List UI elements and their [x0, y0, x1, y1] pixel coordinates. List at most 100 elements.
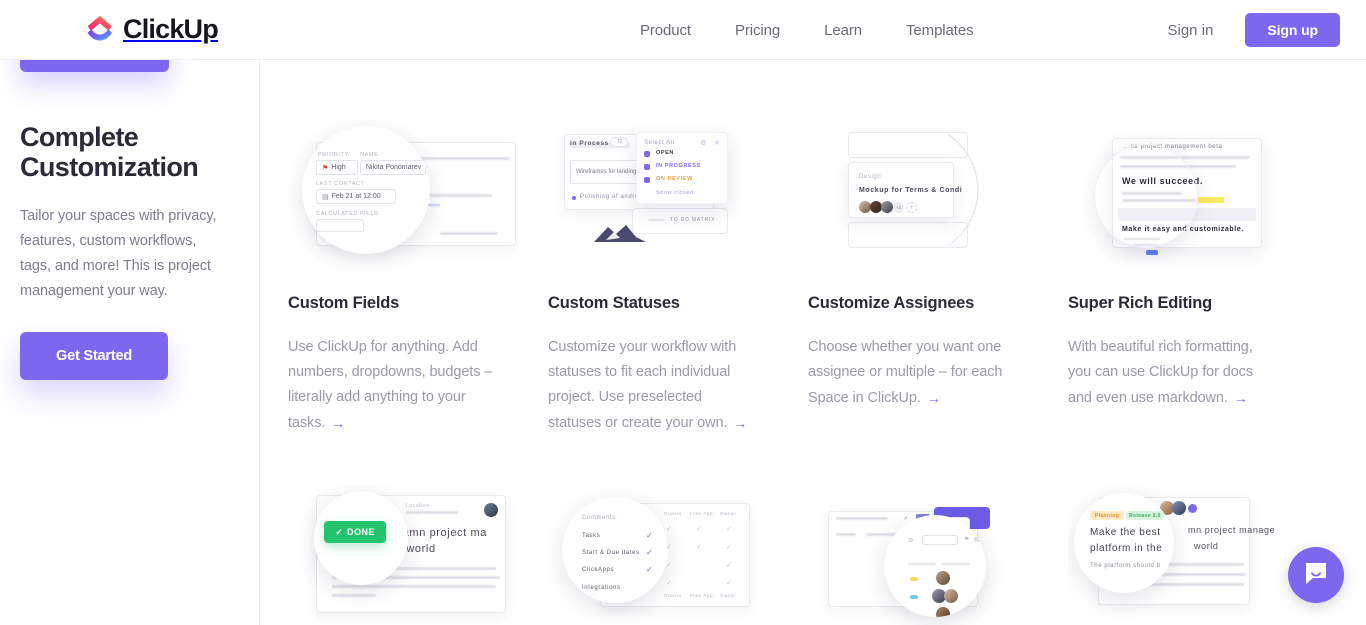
page-title-line2: Customization: [20, 152, 199, 182]
thumb2-sneaker-graphic: [594, 225, 646, 242]
arrow-right-icon[interactable]: →: [1234, 386, 1248, 411]
sign-in-link[interactable]: Sign in: [1168, 22, 1214, 39]
card-body-text: Customize your workflow with statuses to…: [548, 339, 737, 431]
feature-card-customize-assignees: Design Mockup for Terms & Condi +3 + Cus…: [808, 120, 1068, 436]
thumb6-col-3: Owner: [720, 511, 737, 516]
thumb6-foot-2: Free App: [690, 593, 714, 598]
card-body-text: Choose whether you want one assignee or …: [808, 339, 1003, 406]
feature-card-row2-4: mn project manage world Planning Release…: [1068, 485, 1328, 625]
thumb2-close-icon[interactable]: ✕: [714, 139, 720, 147]
thumb2-show-closed[interactable]: Show closed: [656, 190, 694, 196]
thumb6-row-1: Comments: [582, 515, 616, 521]
thumb6-check-2: ✓: [646, 548, 654, 557]
thumb8-tag-planning: Planning: [1090, 511, 1124, 520]
card-title: Super Rich Editing: [1068, 294, 1212, 312]
feature-row-1: PRIORITY NAME ⚑ High Nikita Ponomarev LA…: [288, 120, 1346, 436]
feature-card-row2-3: ⌕ ▤ Task Board ⚙: [808, 485, 1068, 625]
thumb6-check-3: ✓: [646, 565, 654, 574]
thumb2-status-in-progress[interactable]: IN PROGRESS: [656, 163, 701, 169]
thumb6-row-4: ClickApps: [582, 567, 615, 573]
sign-up-button[interactable]: Sign up: [1245, 13, 1340, 47]
nav-item-templates[interactable]: Templates: [906, 22, 974, 39]
thumb6-check-1: ✓: [646, 531, 654, 540]
chat-bubble-smile-icon: [1303, 560, 1329, 591]
thumb2-settings-icon[interactable]: ⚙: [700, 139, 707, 147]
thumb3-overflow-count: +3: [895, 205, 902, 210]
thumb1-value-name: Nikita Ponomarev: [366, 164, 422, 171]
filter-icon[interactable]: ⚙: [908, 537, 914, 544]
thumb6-row-3: Start & Due dates: [582, 550, 640, 556]
thumb1-value-priority: High: [331, 164, 346, 171]
card-body: Choose whether you want one assignee or …: [808, 335, 1013, 411]
custom-statuses-thumbnail: Wireframes for landing Polishing of andr…: [548, 120, 778, 272]
thumb3-lens-outline: [947, 134, 979, 246]
thumb8-title-line1: Make the best: [1090, 527, 1161, 538]
card-body-text: Use ClickUp for anything. Add numbers, d…: [288, 339, 493, 431]
customize-assignees-thumbnail: Design Mockup for Terms & Condi +3 +: [808, 120, 1038, 272]
card-title: Custom Fields: [288, 294, 400, 312]
page-title-line1: Complete: [20, 122, 139, 152]
clickup-logo-icon: [85, 13, 115, 45]
done-badge-thumbnail: Location damn project ma e world ✓ DONE: [288, 485, 518, 625]
arrow-right-icon[interactable]: →: [331, 411, 345, 436]
nav-item-learn[interactable]: Learn: [824, 22, 862, 39]
auth-actions: Sign in Sign up: [1168, 0, 1340, 60]
chat-launcher-button[interactable]: [1288, 547, 1344, 603]
thumb6-grid-check-i: ✓: [666, 580, 673, 587]
thumb5-meta: Location: [406, 503, 430, 509]
card-body: With beautiful rich formatting, you can …: [1068, 335, 1273, 411]
thumb6-col-1: Guests: [664, 511, 682, 516]
thumb2-column-title: In Process: [570, 140, 609, 147]
brand-name: ClickUp: [123, 14, 219, 44]
thumb6-row-5: Integrations: [582, 585, 621, 591]
thumb6-grid-check-f: ✓: [726, 544, 733, 551]
thumb6-foot-3: Owner: [720, 593, 737, 598]
thumb6-grid-check-a: ✓: [666, 526, 673, 533]
thumb3-add-assignee-icon[interactable]: +: [910, 205, 914, 211]
thumb8-bg-title-2: world: [1194, 541, 1219, 551]
custom-fields-thumbnail: PRIORITY NAME ⚑ High Nikita Ponomarev LA…: [288, 120, 518, 272]
thumb6-grid-check-e: ✓: [696, 544, 703, 551]
comparison-table-thumbnail: Guests Free App Owner Guests Free App Ow…: [548, 485, 778, 625]
thumb6-grid-check-d: ✓: [666, 544, 673, 551]
arrow-right-icon[interactable]: →: [927, 386, 941, 411]
thumb2-status-on-review[interactable]: ON REVIEW: [656, 176, 693, 182]
thumb1-label-last-contact: LAST CONTACT: [316, 181, 365, 187]
get-started-button[interactable]: Get Started: [20, 332, 168, 380]
main-nav: Product Pricing Learn Templates: [640, 0, 974, 60]
thumb8-bg-title-1: mn project manage: [1188, 525, 1276, 535]
thumb6-grid-check-h: ✓: [726, 562, 733, 569]
doc-tags-thumbnail: mn project manage world Planning Release…: [1068, 485, 1298, 625]
thumb1-label-priority: PRIORITY: [318, 152, 349, 158]
thumb6-col-2: Free App: [690, 511, 714, 516]
thumb7-flag-icon: ⚑: [964, 537, 970, 543]
page-title: Complete Customization: [20, 122, 237, 182]
nav-item-product[interactable]: Product: [640, 22, 691, 39]
feature-grid: PRIORITY NAME ⚑ High Nikita Ponomarev LA…: [260, 60, 1366, 625]
thumb2-menu-title[interactable]: Select All: [644, 140, 675, 146]
feature-card-custom-statuses: Wireframes for landing Polishing of andr…: [548, 120, 808, 436]
brand-logo-link[interactable]: ClickUp: [85, 13, 219, 45]
thumb6-row-2: Tasks: [582, 533, 601, 539]
card-title: Customize Assignees: [808, 294, 975, 312]
nav-item-pricing[interactable]: Pricing: [735, 22, 780, 39]
super-rich-editing-thumbnail: ...se project management beta We will su…: [1068, 120, 1298, 272]
feature-row-2: Location damn project ma e world ✓ DONE: [288, 485, 1346, 625]
thumb6-foot-1: Guests: [664, 593, 682, 598]
page-root: Get Started ClickUp: [0, 0, 1366, 625]
feature-card-super-rich-editing: ...se project management beta We will su…: [1068, 120, 1328, 436]
thumb8-body-lead: The platform should b: [1090, 563, 1161, 569]
thumb2-column-count: 12: [617, 139, 623, 145]
thumb2-status-open[interactable]: OPEN: [656, 150, 674, 156]
thumb5-done-label: DONE: [347, 527, 375, 537]
thumb6-grid-check-g: ✓: [666, 562, 673, 569]
card-body: Use ClickUp for anything. Add numbers, d…: [288, 335, 493, 436]
thumb8-tag-release: Release 2.0: [1126, 511, 1164, 520]
arrow-right-icon[interactable]: →: [733, 411, 747, 436]
check-icon: ✓: [335, 526, 344, 537]
card-body-text: With beautiful rich formatting, you can …: [1068, 339, 1253, 406]
thumb8-title-line2: platform in the: [1090, 543, 1163, 554]
card-title: Custom Statuses: [548, 294, 680, 312]
feature-card-custom-fields: PRIORITY NAME ⚑ High Nikita Ponomarev LA…: [288, 120, 548, 436]
thumb5-title-line1: damn project ma: [396, 527, 487, 539]
